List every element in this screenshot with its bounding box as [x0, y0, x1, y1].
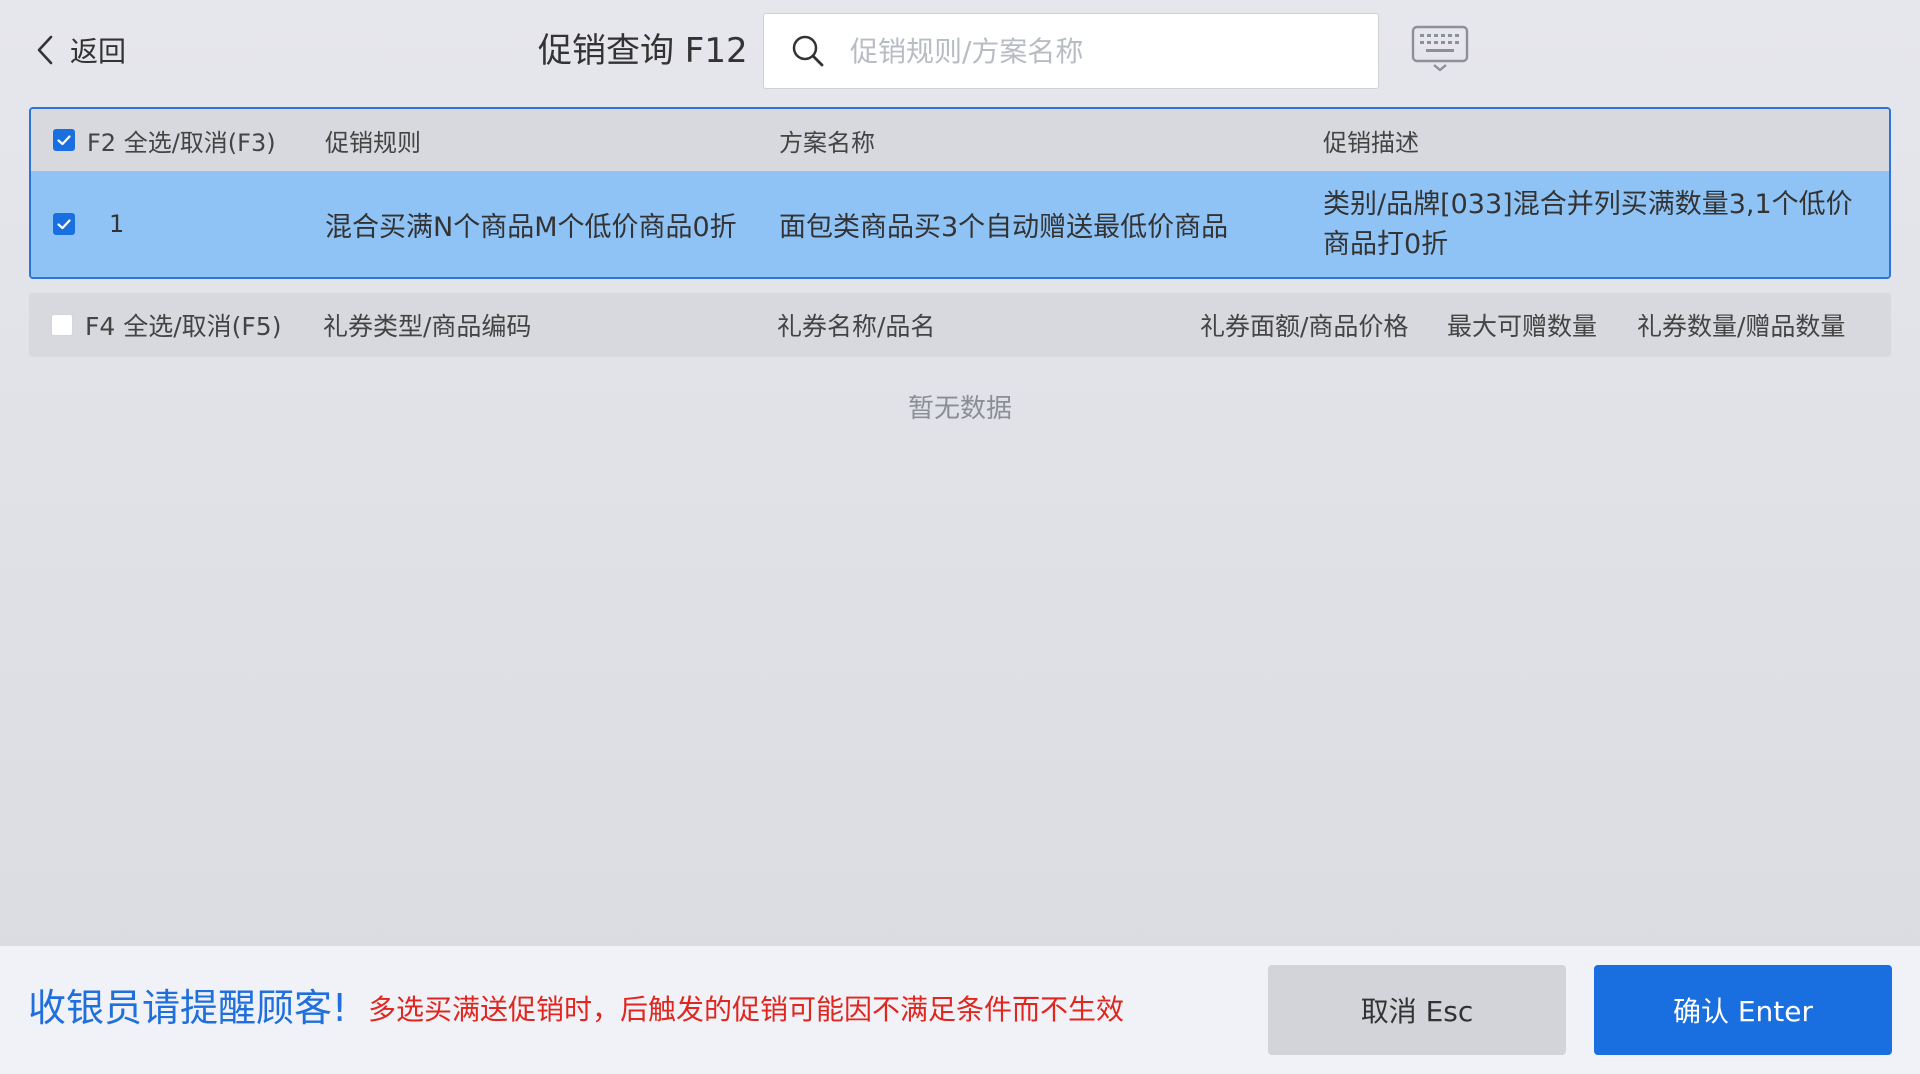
row-plan-name: 面包类商品买3个自动赠送最低价商品 — [779, 211, 1229, 243]
column-header-type-code: 礼券类型/商品编码 — [323, 312, 532, 341]
promotion-select-all[interactable]: F2 全选/取消(F3) — [53, 109, 276, 171]
back-button[interactable]: 返回 — [30, 28, 126, 72]
cancel-button[interactable]: 取消 Esc — [1268, 965, 1566, 1055]
column-header-max-qty: 最大可赠数量 — [1447, 312, 1598, 341]
gift-select-all-label: F4 全选/取消(F5) — [85, 312, 282, 341]
column-header-gift-name: 礼券名称/品名 — [777, 312, 936, 341]
row-select[interactable]: 1 — [53, 171, 124, 277]
remind-text: 多选买满送促销时，后触发的促销可能因不满足条件而不生效 — [368, 993, 1125, 1026]
row-index: 1 — [109, 210, 125, 238]
search-icon — [788, 31, 828, 71]
back-label: 返回 — [70, 35, 127, 68]
gift-select-all-checkbox[interactable] — [51, 314, 73, 336]
promotion-table-header: F2 全选/取消(F3) 促销规则 方案名称 促销描述 — [31, 109, 1889, 171]
column-header-qty: 礼券数量/赠品数量 — [1637, 312, 1846, 341]
gift-table-header: F4 全选/取消(F5) 礼券类型/商品编码 礼券名称/品名 礼券面额/商品价格… — [29, 293, 1891, 357]
row-checkbox[interactable] — [53, 213, 75, 235]
row-description-line-1: 类别/品牌[033]混合并列买满数量3,1个低价 — [1323, 189, 1853, 220]
chevron-left-icon — [30, 28, 60, 72]
remind-title: 收银员请提醒顾客! — [28, 986, 348, 1030]
page-title: 促销查询 F12 — [538, 31, 748, 71]
promotion-table: F2 全选/取消(F3) 促销规则 方案名称 促销描述 1 混合买满N个商品M个… — [29, 107, 1891, 279]
column-header-rule: 促销规则 — [325, 128, 421, 157]
table-row[interactable]: 1 混合买满N个商品M个低价商品0折 面包类商品买3个自动赠送最低价商品 类别/… — [31, 171, 1889, 277]
row-rule: 混合买满N个商品M个低价商品0折 — [325, 211, 737, 243]
confirm-button[interactable]: 确认 Enter — [1594, 965, 1892, 1055]
empty-state-text: 暂无数据 — [907, 394, 1012, 424]
header-bar: 返回 促销查询 F12 — [0, 0, 1920, 104]
keyboard-icon — [1411, 25, 1469, 77]
column-header-description: 促销描述 — [1323, 128, 1419, 157]
row-description: 类别/品牌[033]混合并列买满数量3,1个低价 商品打0折 — [1323, 185, 1853, 265]
keyboard-button[interactable] — [1410, 25, 1470, 77]
row-description-line-2: 商品打0折 — [1323, 229, 1449, 260]
search-box[interactable] — [763, 13, 1379, 89]
column-header-plan-name: 方案名称 — [779, 128, 875, 157]
select-all-checkbox[interactable] — [53, 129, 75, 151]
gift-select-all[interactable]: F4 全选/取消(F5) — [51, 293, 281, 357]
column-header-value-price: 礼券面额/商品价格 — [1200, 312, 1409, 341]
search-input[interactable] — [848, 33, 1352, 69]
select-all-label: F2 全选/取消(F3) — [87, 128, 276, 157]
footer-bar: 收银员请提醒顾客! 多选买满送促销时，后触发的促销可能因不满足条件而不生效 取消… — [0, 946, 1920, 1074]
